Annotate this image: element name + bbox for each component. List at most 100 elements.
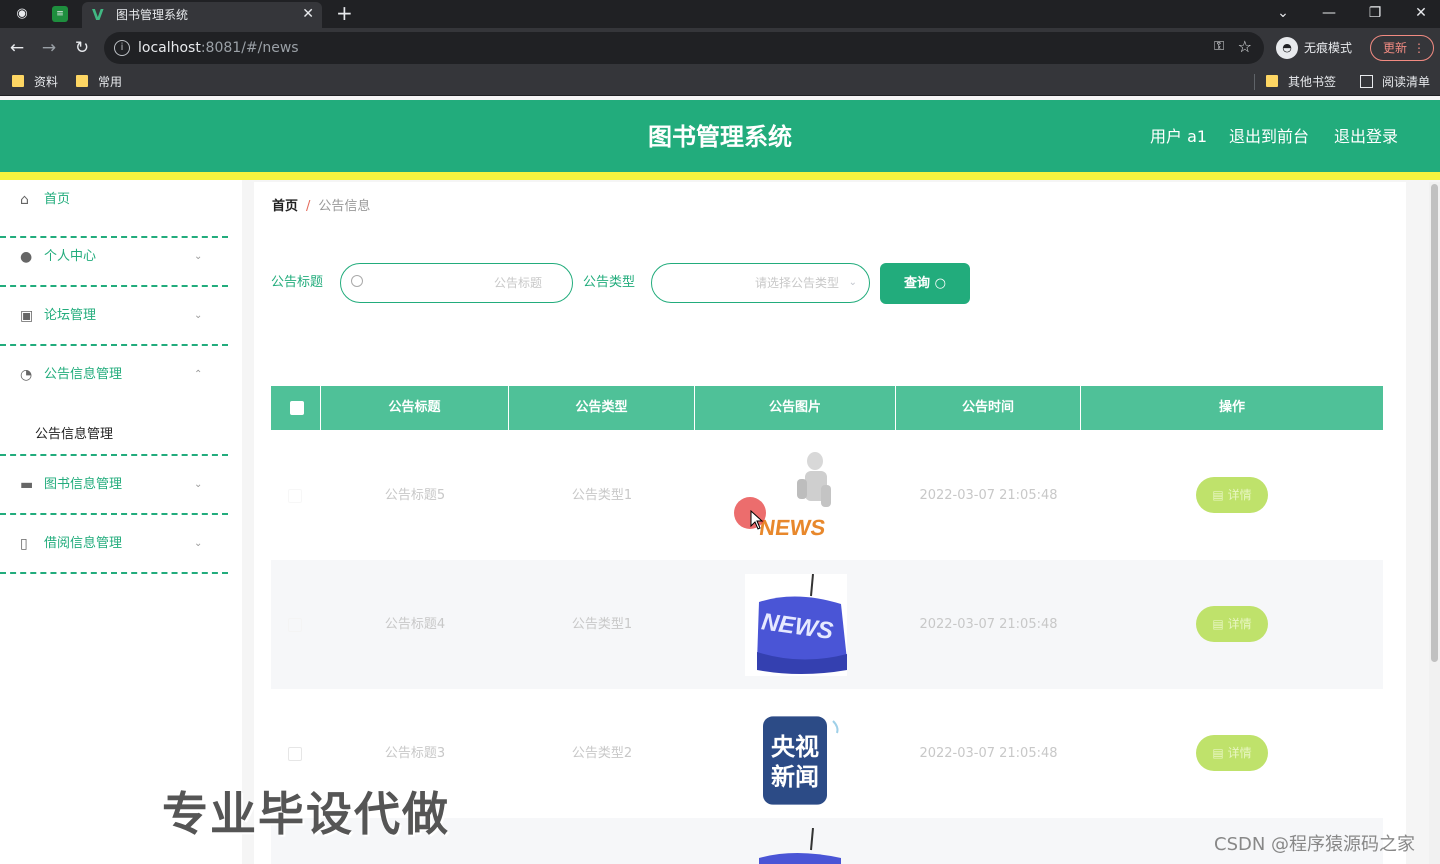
header-accent-bar — [0, 172, 1440, 180]
tab-list-chevron-icon[interactable]: ⌄ — [1271, 3, 1295, 23]
app-title: 图书管理系统 — [648, 123, 792, 151]
column-header[interactable]: 公告标题 — [321, 386, 509, 430]
detail-label: 详情 — [1227, 746, 1252, 760]
query-label: 查询 — [904, 276, 931, 291]
breadcrumb-separator: / — [306, 199, 311, 214]
query-button[interactable]: 查询 ○ — [880, 263, 970, 304]
csdn-watermark: CSDN @程序猿源码之家 — [1214, 834, 1416, 855]
breadcrumb-home[interactable]: 首页 — [272, 199, 298, 214]
notice-image: NEWS — [741, 445, 851, 547]
app-header: 图书管理系统 用户 a1 退出到前台 退出登录 — [0, 100, 1440, 172]
detail-button[interactable]: ▤ 详情 — [1196, 606, 1268, 642]
notice-time-cell: 2022-03-07 21:05:48 — [919, 488, 1058, 503]
submenu-notice-manage[interactable]: 公告信息管理 — [0, 416, 228, 456]
chevron-down-icon: ⌄ — [194, 538, 203, 549]
reading-list[interactable]: 阅读清单 — [1360, 74, 1430, 90]
browser-tab-bar: ◉ ≡ V 图书管理系统 ✕ + ⌄ — ❐ ✕ — [0, 0, 1440, 28]
other-bookmarks[interactable]: 其他书签 — [1266, 74, 1336, 90]
breadcrumb-current: 公告信息 — [318, 199, 371, 214]
phone-icon: ▯ — [20, 536, 28, 552]
folder-icon — [76, 75, 88, 87]
table-row: 公告标题4 公告类型1 NEWS 2022-03-07 21:05:48 ▤ 详… — [271, 560, 1383, 689]
minimize-icon[interactable]: — — [1317, 3, 1341, 23]
sidebar-item-label: 论坛管理 — [44, 308, 97, 323]
column-header[interactable]: 公告图片 — [695, 386, 896, 430]
sidebar-item-borrow[interactable]: ▯ 借阅信息管理 ⌄ — [0, 516, 228, 574]
forum-icon: ▣ — [20, 308, 34, 324]
vue-logo-icon: V — [92, 6, 104, 24]
detail-button[interactable]: ▤ 详情 — [1196, 735, 1268, 771]
ad-overlay-text: 专业毕设代做 — [162, 787, 450, 841]
new-tab-icon[interactable]: + — [336, 2, 353, 24]
title-search-input[interactable]: 公告标题 — [340, 263, 573, 303]
reload-icon[interactable]: ↻ — [71, 38, 93, 58]
row-checkbox[interactable] — [288, 489, 302, 503]
bookmark-folder[interactable]: 常用 — [76, 74, 122, 90]
to-front-link[interactable]: 退出到前台 — [1229, 127, 1309, 147]
title-search-label: 公告标题 — [271, 275, 324, 290]
update-button[interactable]: 更新 ⋮ — [1370, 35, 1434, 61]
notice-time-cell: 2022-03-07 21:05:48 — [919, 617, 1058, 632]
notice-type-cell: 公告类型1 — [571, 617, 633, 632]
type-placeholder: 请选择公告类型 — [754, 276, 839, 290]
sidebar-item-profile[interactable]: ● 个人中心 ⌄ — [0, 229, 228, 287]
chevron-down-icon: ⌄ — [194, 251, 203, 262]
bookmark-label: 常用 — [98, 75, 123, 89]
row-checkbox[interactable] — [288, 618, 302, 632]
close-window-icon[interactable]: ✕ — [1409, 3, 1433, 23]
column-header[interactable]: 操作 — [1081, 386, 1383, 430]
select-all-cell — [271, 386, 321, 430]
logout-link[interactable]: 退出登录 — [1334, 127, 1398, 147]
sidebar-item-label: 公告信息管理 — [44, 367, 123, 382]
detail-label: 详情 — [1227, 617, 1252, 631]
url-text[interactable]: localhost:8081/#/news — [138, 39, 299, 57]
app-favicon-icon[interactable]: ≡ — [52, 6, 68, 22]
select-all-checkbox[interactable] — [290, 401, 304, 415]
reading-list-label: 阅读清单 — [1382, 75, 1431, 89]
notice-title-cell: 公告标题4 — [384, 617, 446, 632]
back-icon[interactable]: ← — [6, 38, 28, 58]
reading-list-icon — [1360, 75, 1373, 88]
scrollbar-thumb[interactable] — [1431, 184, 1438, 662]
bookmark-star-icon[interactable]: ☆ — [1238, 37, 1252, 56]
sidebar-item-label: 个人中心 — [44, 249, 97, 264]
sidebar-item-label: 图书信息管理 — [44, 477, 123, 492]
url-host: localhost — [138, 40, 201, 56]
news-figure-image: NEWS — [758, 452, 831, 540]
home-icon: ⌂ — [20, 192, 29, 208]
tab-close-icon[interactable]: ✕ — [302, 6, 314, 22]
sidebar-item-books[interactable]: ▬ 图书信息管理 ⌄ — [0, 457, 228, 515]
mouse-pointer-icon — [750, 510, 764, 530]
restore-icon[interactable]: ❐ — [1363, 3, 1387, 23]
site-info-icon[interactable]: i — [114, 40, 130, 56]
sidebar-item-forum[interactable]: ▣ 论坛管理 ⌄ — [0, 288, 228, 346]
submenu-label: 公告信息管理 — [35, 427, 114, 442]
forward-icon[interactable]: → — [38, 38, 60, 58]
url-bar[interactable]: i localhost:8081/#/news ⚿ ☆ — [104, 32, 1264, 64]
menu-dots-icon: ⋮ — [1413, 41, 1425, 55]
column-header[interactable]: 公告类型 — [509, 386, 695, 430]
row-checkbox[interactable] — [288, 747, 302, 761]
bookmarks-bar: 资料 常用 其他书签 阅读清单 — [0, 68, 1440, 96]
column-header[interactable]: 公告时间 — [896, 386, 1081, 430]
tab-title: 图书管理系统 — [116, 8, 189, 22]
tab-search-icon[interactable]: ◉ — [12, 4, 32, 24]
incognito-indicator[interactable]: ◓ 无痕模式 — [1276, 37, 1352, 59]
page-scrollbar[interactable] — [1429, 182, 1440, 864]
active-tab[interactable]: V 图书管理系统 ✕ — [82, 2, 322, 28]
update-label: 更新 — [1383, 41, 1408, 55]
type-select[interactable]: 请选择公告类型 ⌄ — [651, 263, 870, 303]
notice-title-cell: 公告标题5 — [384, 488, 446, 503]
bookmark-divider — [1254, 74, 1255, 90]
bookmark-folder[interactable]: 资料 — [12, 74, 58, 90]
news-text: NEWS — [758, 515, 827, 540]
detail-button[interactable]: ▤ 详情 — [1196, 477, 1268, 513]
table-header: 公告标题 公告类型 公告图片 公告时间 操作 — [271, 386, 1383, 430]
incognito-label: 无痕模式 — [1304, 41, 1353, 55]
sidebar-item-label: 首页 — [44, 192, 71, 207]
chevron-down-icon: ⌄ — [194, 479, 203, 490]
notice-image: 央视 新闻 — [741, 703, 851, 805]
cctv-line1: 央视 — [771, 733, 819, 761]
document-icon: ▤ — [1212, 617, 1224, 631]
key-icon[interactable]: ⚿ — [1214, 39, 1224, 54]
